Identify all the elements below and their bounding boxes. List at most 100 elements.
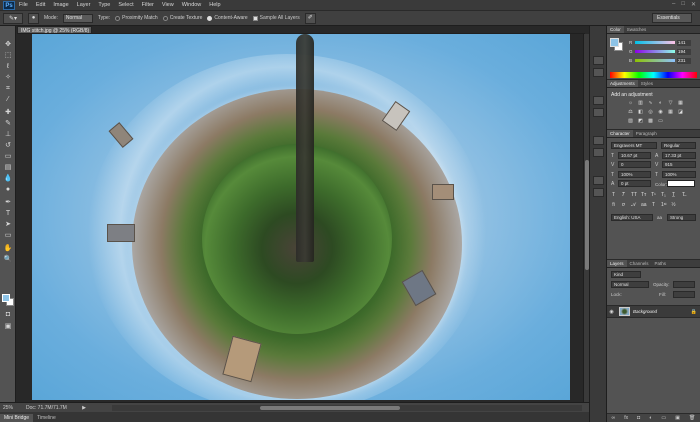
font-style-select[interactable]: Regular xyxy=(661,142,696,149)
minimize-button[interactable]: – xyxy=(672,1,675,8)
hand-icon[interactable]: ✋ xyxy=(2,244,14,253)
visibility-eye-icon[interactable]: ◉ xyxy=(607,309,616,315)
dodge-icon[interactable]: ● xyxy=(2,185,14,194)
eyedropper-icon[interactable]: ⁄ xyxy=(2,95,14,104)
green-value[interactable]: 194 xyxy=(677,48,691,55)
tab-timeline[interactable]: Timeline xyxy=(33,414,60,422)
horizontal-scrollbar[interactable] xyxy=(112,405,582,411)
brush-picker[interactable]: ● xyxy=(28,12,39,24)
subscript-icon[interactable]: T₁ xyxy=(661,192,666,198)
lasso-icon[interactable]: ℓ xyxy=(2,62,14,71)
horizontal-scale-input[interactable]: 100% xyxy=(662,171,696,178)
new-group-icon[interactable]: ▭ xyxy=(661,415,666,421)
actions-panel-icon[interactable] xyxy=(593,68,604,77)
color-balance-icon[interactable]: ⚖ xyxy=(627,109,634,115)
layer-filter-kind[interactable]: Kind xyxy=(611,271,641,278)
menu-layer[interactable]: Layer xyxy=(77,2,91,8)
leading-input[interactable]: 17.33 pt xyxy=(662,152,696,159)
mode-select[interactable]: Normal xyxy=(62,13,93,23)
zoom-level[interactable]: 25% xyxy=(0,405,20,411)
tab-adjustments[interactable]: Adjustments xyxy=(607,80,638,87)
superscript-icon[interactable]: T¹ xyxy=(651,192,656,198)
stylistic-icon[interactable]: aa xyxy=(641,202,647,208)
layer-row-background[interactable]: ◉ Background 🔒 xyxy=(607,305,700,318)
fill-input[interactable] xyxy=(673,291,695,298)
tab-paths[interactable]: Paths xyxy=(652,260,670,267)
delete-layer-icon[interactable]: 🗑 xyxy=(689,415,695,421)
brush-panel-icon[interactable] xyxy=(593,136,604,145)
add-mask-icon[interactable]: ◘ xyxy=(637,415,640,421)
tab-styles[interactable]: Styles xyxy=(638,80,656,87)
document-image[interactable] xyxy=(32,34,570,400)
tab-swatches[interactable]: Swatches xyxy=(624,26,650,33)
red-value[interactable]: 141 xyxy=(677,39,691,46)
workspace-switcher[interactable]: Essentials xyxy=(652,13,692,23)
history-panel-icon[interactable] xyxy=(593,56,604,65)
marquee-icon[interactable]: ⬚ xyxy=(2,51,14,60)
character-styles-icon[interactable] xyxy=(593,176,604,185)
doc-size[interactable]: Doc: 71.7M/71.7M xyxy=(20,405,80,411)
blue-value[interactable]: 231 xyxy=(677,57,691,64)
canvas-area[interactable] xyxy=(17,34,585,402)
crop-icon[interactable]: ⌗ xyxy=(2,84,14,93)
paragraph-styles-icon[interactable] xyxy=(593,188,604,197)
hue-saturation-icon[interactable]: ▦ xyxy=(677,100,684,106)
language-select[interactable]: English: USA xyxy=(611,214,653,221)
healing-icon[interactable]: ✚ xyxy=(2,108,14,117)
swash-icon[interactable]: 𝒜 xyxy=(631,202,636,208)
horizontal-scroll-thumb[interactable] xyxy=(260,406,400,410)
blur-icon[interactable]: 💧 xyxy=(2,174,14,183)
blend-mode-select[interactable]: Normal xyxy=(611,281,649,288)
layer-style-icon[interactable]: fx xyxy=(624,415,628,421)
alt-glyph-icon[interactable]: ơ xyxy=(621,202,626,208)
eraser-icon[interactable]: ▭ xyxy=(2,152,14,161)
maximize-button[interactable]: □ xyxy=(681,1,685,8)
radio-content-aware[interactable]: Content-Aware xyxy=(207,15,248,21)
tab-layers[interactable]: Layers xyxy=(607,260,627,267)
font-family-select[interactable]: Engravers MT xyxy=(611,142,657,149)
close-button[interactable]: ✕ xyxy=(691,1,696,8)
faux-bold-icon[interactable]: T xyxy=(611,192,616,198)
quick-mask-icon[interactable]: ◘ xyxy=(2,310,14,319)
pen-icon[interactable]: ✒ xyxy=(2,198,14,207)
new-layer-icon[interactable]: ▣ xyxy=(675,415,680,421)
photo-filter-icon[interactable]: ◎ xyxy=(647,109,654,115)
tab-character[interactable]: Character xyxy=(607,130,633,137)
menu-view[interactable]: View xyxy=(162,2,174,8)
menu-edit[interactable]: Edit xyxy=(36,2,45,8)
status-menu-arrow-icon[interactable]: ▶ xyxy=(80,405,88,411)
info-panel-icon[interactable] xyxy=(593,96,604,105)
path-select-icon[interactable]: ➤ xyxy=(2,220,14,229)
menu-filter[interactable]: Filter xyxy=(142,2,154,8)
titling-icon[interactable]: T xyxy=(651,202,656,208)
stamp-icon[interactable]: ⊥ xyxy=(2,130,14,139)
radio-create-texture[interactable]: Create Texture xyxy=(162,15,202,21)
text-color-swatch[interactable] xyxy=(667,180,695,187)
kerning-input[interactable]: 0 xyxy=(618,161,651,168)
brightness-icon[interactable]: ☼ xyxy=(627,100,634,106)
opacity-input[interactable] xyxy=(673,281,695,288)
move-icon[interactable]: ✥ xyxy=(2,40,14,49)
color-lookup-icon[interactable]: ▦ xyxy=(667,109,674,115)
channel-mixer-icon[interactable]: ◉ xyxy=(657,109,664,115)
tab-mini-bridge[interactable]: Mini Bridge xyxy=(0,414,34,422)
foreground-color-chip[interactable] xyxy=(610,38,619,47)
history-brush-icon[interactable]: ↺ xyxy=(2,141,14,150)
properties-panel-icon[interactable] xyxy=(593,108,604,117)
menu-help[interactable]: Help xyxy=(209,2,220,8)
pressure-button[interactable]: ✐ xyxy=(304,12,316,24)
brush-icon[interactable]: ✎ xyxy=(2,119,14,128)
menu-file[interactable]: File xyxy=(19,2,28,8)
baseline-shift-input[interactable]: 0 pt xyxy=(618,180,651,187)
ligature-icon[interactable]: ﬁ xyxy=(611,202,616,208)
black-white-icon[interactable]: ◧ xyxy=(637,109,644,115)
faux-italic-icon[interactable]: 𝑇 xyxy=(621,192,626,198)
tab-channels[interactable]: Channels xyxy=(627,260,652,267)
zoom-icon[interactable]: 🔍 xyxy=(2,255,14,264)
screen-mode-icon[interactable]: ▣ xyxy=(2,322,14,331)
gradient-map-icon[interactable]: ▭ xyxy=(657,118,664,124)
sample-all-layers-checkbox[interactable]: Sample All Layers xyxy=(252,15,300,21)
fraction-icon[interactable]: ½ xyxy=(671,202,676,208)
font-size-input[interactable]: 10.67 pt xyxy=(618,152,651,159)
curves-icon[interactable]: ∿ xyxy=(647,100,654,106)
